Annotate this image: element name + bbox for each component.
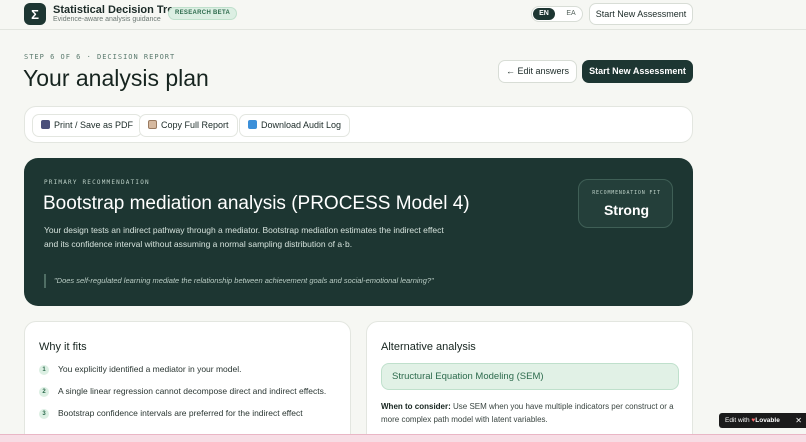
- page-title: Your analysis plan: [23, 65, 209, 91]
- edit-with-lovable-badge[interactable]: Edit with ♥Lovable ✕: [719, 413, 806, 428]
- list-item: 3 Bootstrap confidence intervals are pre…: [39, 407, 339, 420]
- bottom-strip: [0, 434, 806, 442]
- recommendation-title: Bootstrap mediation analysis (PROCESS Mo…: [43, 193, 470, 214]
- fit-value: Strong: [603, 202, 650, 218]
- list-item: 1 You explicitly identified a mediator i…: [39, 363, 339, 376]
- report-toolbar: Print / Save as PDF Copy Full Report Dow…: [24, 106, 693, 143]
- step-number: 1: [39, 365, 49, 375]
- lang-ea-button[interactable]: EA: [562, 8, 580, 20]
- download-icon: [248, 120, 257, 129]
- fit-label: RECOMMENDATION FIT: [592, 190, 661, 196]
- header-new-assessment-button[interactable]: Start New Assessment: [589, 3, 693, 25]
- download-audit-button[interactable]: Download Audit Log: [239, 114, 351, 137]
- download-label: Download Audit Log: [261, 120, 342, 130]
- primary-recommendation-card: PRIMARY RECOMMENDATION Bootstrap mediati…: [24, 158, 693, 306]
- badge-prefix: Edit with: [725, 417, 750, 424]
- reason-text: A single linear regression cannot decomp…: [58, 386, 327, 396]
- recommendation-fit-box: RECOMMENDATION FIT Strong: [578, 179, 673, 228]
- reason-text: Bootstrap confidence intervals are prefe…: [58, 408, 303, 418]
- why-it-fits-card: Why it fits 1 You explicitly identified …: [24, 321, 351, 442]
- close-icon[interactable]: ✕: [795, 413, 802, 428]
- printer-icon: [41, 120, 50, 129]
- app-subtitle: Evidence-aware analysis guidance: [53, 16, 161, 23]
- language-toggle[interactable]: EN EA: [531, 6, 583, 22]
- step-number: 3: [39, 409, 49, 419]
- top-bar: Σ Statistical Decision Tree Evidence-awa…: [0, 0, 806, 30]
- lang-en-button[interactable]: EN: [533, 8, 555, 20]
- step-indicator: STEP 6 OF 6 · DECISION REPORT: [24, 53, 176, 61]
- app-title: Statistical Decision Tree: [53, 4, 180, 16]
- research-beta-badge: RESEARCH BETA: [168, 7, 238, 20]
- badge-brand: Lovable: [755, 417, 780, 424]
- recommendation-label: PRIMARY RECOMMENDATION: [44, 179, 150, 186]
- recommendation-description: Your design tests an indirect pathway th…: [44, 225, 444, 249]
- why-list: 1 You explicitly identified a mediator i…: [39, 363, 339, 429]
- alternative-method: Structural Equation Modeling (SEM): [381, 363, 679, 390]
- when-label: When to consider:: [381, 402, 451, 411]
- start-new-assessment-button[interactable]: Start New Assessment: [582, 60, 693, 83]
- edit-answers-button[interactable]: ← Edit answers: [498, 60, 577, 83]
- research-question-quote: "Does self-regulated learning mediate th…: [44, 274, 434, 288]
- list-item: 2 A single linear regression cannot deco…: [39, 385, 339, 398]
- print-button[interactable]: Print / Save as PDF: [32, 114, 143, 137]
- copy-report-button[interactable]: Copy Full Report: [139, 114, 238, 137]
- alternative-when-text: When to consider: Use SEM when you have …: [381, 400, 676, 426]
- step-number: 2: [39, 387, 49, 397]
- why-title: Why it fits: [39, 341, 87, 353]
- clipboard-icon: [148, 120, 157, 129]
- sigma-logo-icon: Σ: [24, 3, 46, 25]
- copy-label: Copy Full Report: [161, 120, 229, 130]
- reason-text: You explicitly identified a mediator in …: [58, 364, 242, 374]
- print-label: Print / Save as PDF: [54, 120, 134, 130]
- alternative-title: Alternative analysis: [381, 341, 476, 353]
- alternative-analysis-card: Alternative analysis Structural Equation…: [366, 321, 693, 442]
